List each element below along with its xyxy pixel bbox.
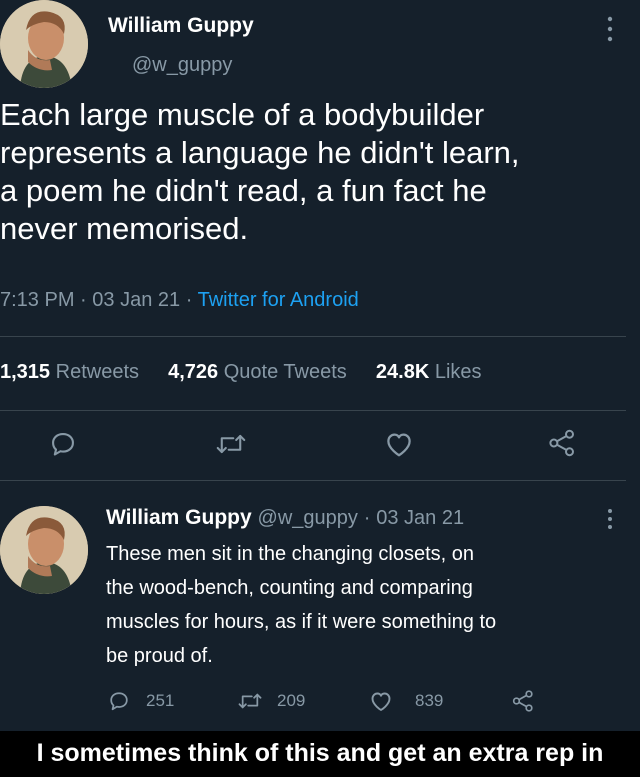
divider <box>0 336 626 337</box>
tweet-text-line: represents a language he didn't learn, <box>0 135 520 170</box>
tweet-text: Each large muscle of a bodybuilder repre… <box>0 96 640 248</box>
like-icon[interactable] <box>384 430 414 458</box>
retweet-icon[interactable] <box>216 430 246 458</box>
caption-banner: I sometimes think of this and get an ext… <box>0 731 640 777</box>
tweet-stats: 1,315 Retweets 4,726 Quote Tweets 24.8K … <box>0 361 482 384</box>
retweets-stat[interactable]: 1,315 Retweets <box>0 361 139 383</box>
share-icon[interactable] <box>547 428 577 458</box>
avatar-portrait <box>0 0 88 88</box>
likes-label: Likes <box>434 361 482 383</box>
reply-text-line: the wood-bench, counting and comparing <box>106 577 473 599</box>
author-handle[interactable]: @w_guppy <box>132 54 232 77</box>
reply-icon[interactable] <box>49 430 77 458</box>
avatar-portrait <box>0 506 88 594</box>
reply-author-handle[interactable]: @w_guppy <box>258 507 358 529</box>
reply-share-icon[interactable] <box>511 689 535 713</box>
tweet-source-link[interactable]: Twitter for Android <box>198 289 359 311</box>
reply-reply-button[interactable]: 251 <box>108 690 174 712</box>
quotes-label: Quote Tweets <box>223 361 347 383</box>
tweet-time: 7:13 PM <box>0 289 75 311</box>
reply-header: William Guppy @w_guppy · 03 Jan 21 <box>106 506 464 530</box>
likes-stat[interactable]: 24.8K Likes <box>376 361 482 383</box>
tweet-text-line: a poem he didn't read, a fun fact he <box>0 173 487 208</box>
meta-separator: · <box>80 289 87 311</box>
reply-retweet-button[interactable]: 209 <box>238 690 305 712</box>
like-icon <box>369 690 393 712</box>
meta-separator: · <box>185 289 193 311</box>
reply-text-line: muscles for hours, as if it were somethi… <box>106 611 497 633</box>
quotes-stat[interactable]: 4,726 Quote Tweets <box>168 361 347 383</box>
reply-text-line: These men sit in the changing closets, o… <box>106 543 474 565</box>
like-count: 839 <box>415 691 444 710</box>
reply-date[interactable]: 03 Jan 21 <box>376 507 464 529</box>
avatar[interactable] <box>0 0 88 88</box>
reply-avatar[interactable] <box>0 506 88 594</box>
retweets-label: Retweets <box>55 361 139 383</box>
retweet-icon <box>238 690 262 712</box>
divider <box>0 480 626 481</box>
author-name[interactable]: William Guppy <box>108 14 254 38</box>
tweet-text-line: Each large muscle of a bodybuilder <box>0 97 485 132</box>
reply-author-name[interactable]: William Guppy <box>106 506 252 529</box>
retweets-count: 1,315 <box>0 361 51 383</box>
quotes-count: 4,726 <box>168 361 219 383</box>
divider <box>0 410 626 411</box>
likes-count: 24.8K <box>375 361 430 383</box>
more-icon[interactable] <box>604 16 616 42</box>
meta-separator: · <box>363 507 371 529</box>
reply-more-icon[interactable] <box>607 508 613 535</box>
tweet-date[interactable]: 03 Jan 21 <box>92 289 180 311</box>
reply-like-button[interactable]: 839 <box>369 690 443 712</box>
tweet-text-line: never memorised. <box>0 211 249 246</box>
reply-icon <box>108 690 130 712</box>
reply-text: These men sit in the changing closets, o… <box>106 537 636 673</box>
reply-text-line: be proud of. <box>106 645 213 667</box>
reply-count: 251 <box>146 691 175 710</box>
tweet-meta: 7:13 PM · 03 Jan 21 · Twitter for Androi… <box>0 289 359 312</box>
retweet-count: 209 <box>277 691 306 710</box>
